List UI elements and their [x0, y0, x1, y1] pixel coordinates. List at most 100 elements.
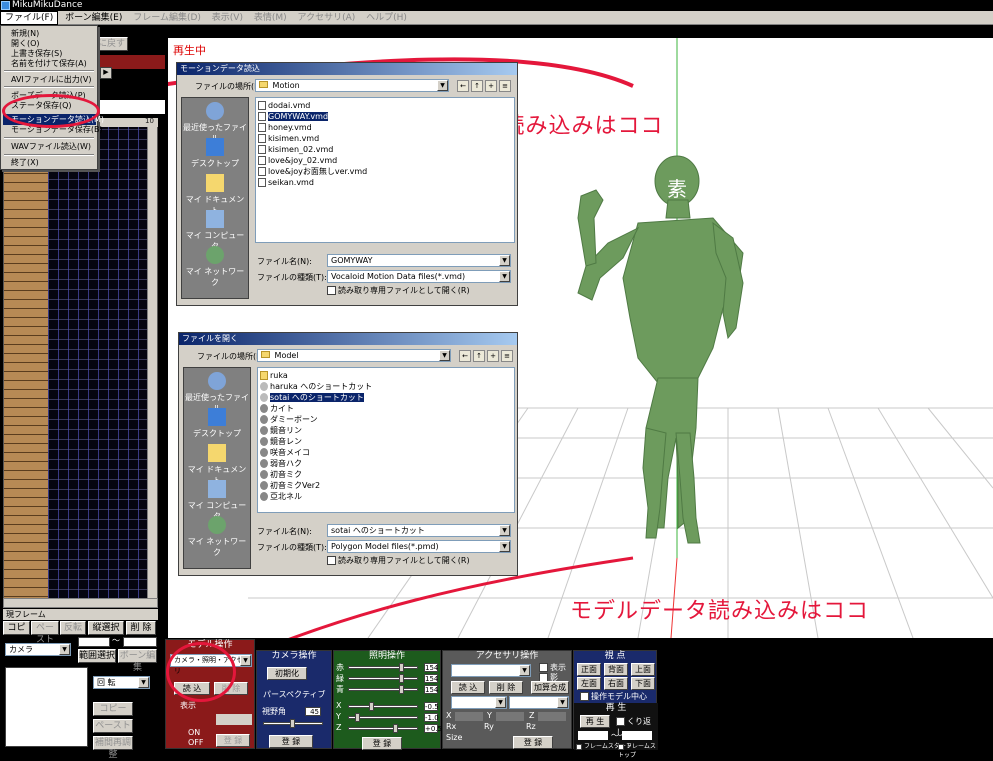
- bone-edit-button[interactable]: ボーン編集: [118, 649, 157, 673]
- up-folder-icon[interactable]: ↑: [471, 80, 483, 92]
- file-item[interactable]: seikan.vmd: [258, 177, 314, 188]
- range-end-input[interactable]: [123, 637, 157, 647]
- view-back-button[interactable]: 背面: [604, 663, 628, 676]
- new-folder-icon[interactable]: +: [487, 350, 499, 362]
- menu-expression[interactable]: 表情(M): [250, 11, 291, 25]
- up-folder-icon[interactable]: ↑: [473, 350, 485, 362]
- menu-frame-edit[interactable]: フレーム編集(D): [129, 11, 205, 25]
- view-left-button[interactable]: 左面: [577, 677, 601, 690]
- file-list[interactable]: ruka haruka へのショートカット sotai へのショートカット カイ…: [257, 367, 515, 513]
- z-slider[interactable]: [348, 724, 418, 733]
- next-arrow-icon[interactable]: ▶: [100, 67, 112, 79]
- folder-item[interactable]: haruka へのショートカット: [260, 381, 372, 392]
- back-icon[interactable]: ←: [457, 80, 469, 92]
- place-network[interactable]: マイ ネットワーク: [184, 516, 250, 558]
- copy-button[interactable]: コピー: [3, 621, 30, 645]
- accessory-register-button[interactable]: 登 録: [513, 736, 553, 749]
- folder-item[interactable]: カイト: [260, 403, 294, 414]
- z-coord-input[interactable]: [538, 712, 566, 721]
- frame-stop-checkbox[interactable]: フレームストップ: [618, 741, 658, 759]
- folder-item[interactable]: 初音ミク: [260, 469, 302, 480]
- play-end-input[interactable]: [622, 731, 652, 740]
- x-slider[interactable]: [348, 702, 418, 711]
- folder-item[interactable]: 弱音ハク: [260, 458, 302, 469]
- camera-register-button[interactable]: 登 録: [269, 735, 313, 748]
- folder-item-selected[interactable]: sotai へのショートカット: [260, 392, 364, 403]
- menu-item-wav-load[interactable]: WAVファイル読込(W): [11, 141, 91, 152]
- view-top-button[interactable]: 上面: [631, 663, 655, 676]
- accessory-load-button[interactable]: 読 込: [451, 681, 485, 694]
- blue-slider[interactable]: [348, 685, 418, 694]
- delete-frame-button[interactable]: 削 除: [126, 621, 156, 635]
- vertical-select-button[interactable]: 縦選択: [88, 621, 124, 635]
- interp-paste-button[interactable]: ペースト: [93, 719, 133, 733]
- menu-file[interactable]: ファイル(F): [0, 11, 59, 25]
- x-value[interactable]: -0.5: [424, 702, 439, 711]
- view-menu-icon[interactable]: ≡: [499, 80, 511, 92]
- bone-name-field[interactable]: [97, 100, 165, 114]
- interp-copy-button[interactable]: コピー: [93, 702, 133, 716]
- accessory-bone-select[interactable]: ▼: [451, 696, 507, 709]
- file-item[interactable]: kisimen.vmd: [258, 133, 319, 144]
- camera-init-button[interactable]: 初期化: [267, 667, 307, 680]
- paste-button[interactable]: ペースト: [31, 621, 59, 645]
- file-item-selected[interactable]: GOMYWAY.vmd: [258, 111, 329, 122]
- place-network[interactable]: マイ ネットワーク: [182, 246, 248, 288]
- filename-input[interactable]: sotai へのショートカット ▼: [327, 524, 511, 537]
- y-value[interactable]: -1.0: [424, 713, 439, 722]
- model-combo[interactable]: [216, 714, 252, 725]
- folder-item[interactable]: ruka: [260, 370, 288, 381]
- folder-item[interactable]: 初音ミクVer2: [260, 480, 320, 491]
- menu-accessory[interactable]: アクセサリ(A): [294, 11, 360, 25]
- keyframe-grid[interactable]: [48, 119, 148, 607]
- model-select[interactable]: カメラ ▼: [5, 643, 71, 656]
- folder-item[interactable]: ダミーボーン: [260, 414, 318, 425]
- timeline-vscroll[interactable]: [147, 119, 157, 607]
- red-value[interactable]: 154: [424, 663, 438, 672]
- view-right-button[interactable]: 右面: [604, 677, 628, 690]
- view-bottom-button[interactable]: 下面: [631, 677, 655, 690]
- view-menu-icon[interactable]: ≡: [501, 350, 513, 362]
- view-front-button[interactable]: 正面: [577, 663, 601, 676]
- filetype-select[interactable]: Polygon Model files(*.pmd) ▼: [327, 540, 511, 553]
- op-model-center-checkbox[interactable]: 操作モデル中心: [580, 691, 647, 702]
- folder-item[interactable]: 鏡音リン: [260, 425, 302, 436]
- file-item[interactable]: kisimen_02.vmd: [258, 144, 333, 155]
- z-value[interactable]: +0.5: [424, 724, 442, 733]
- filename-input[interactable]: GOMYWAY ▼: [327, 254, 511, 267]
- accessory-target-select[interactable]: ▼: [509, 696, 569, 709]
- folder-item[interactable]: 亞北ネル: [260, 491, 302, 502]
- green-slider[interactable]: [348, 674, 418, 683]
- model-figure[interactable]: [577, 155, 744, 544]
- y-coord-input[interactable]: [496, 712, 524, 721]
- timeline-hscroll[interactable]: [3, 598, 158, 608]
- accessory-delete-button[interactable]: 削 除: [489, 681, 523, 694]
- interpolation-curve-box[interactable]: [5, 667, 88, 747]
- new-folder-icon[interactable]: +: [485, 80, 497, 92]
- blue-value[interactable]: 154: [424, 685, 438, 694]
- green-value[interactable]: 154: [424, 674, 438, 683]
- menu-view[interactable]: 表示(V): [208, 11, 247, 25]
- place-desktop[interactable]: デスクトップ: [184, 408, 250, 439]
- file-item[interactable]: love&joy_02.vmd: [258, 155, 337, 166]
- file-list[interactable]: dodai.vmd GOMYWAY.vmd honey.vmd kisimen.…: [255, 97, 515, 243]
- place-desktop[interactable]: デスクトップ: [182, 138, 248, 169]
- x-coord-input[interactable]: [455, 712, 483, 721]
- readonly-checkbox[interactable]: 読み取り専用ファイルとして開く(R): [327, 285, 470, 296]
- light-register-button[interactable]: 登 録: [362, 737, 402, 750]
- range-select-button[interactable]: 範囲選択: [78, 649, 116, 663]
- interp-select[interactable]: 回 転 ▼: [93, 676, 150, 689]
- add-blend-button[interactable]: 加算合成: [531, 681, 569, 694]
- model-register-button[interactable]: 登 録: [216, 734, 250, 747]
- timeline[interactable]: [3, 118, 158, 608]
- location-select[interactable]: Motion ▼: [255, 79, 449, 92]
- back-icon[interactable]: ←: [459, 350, 471, 362]
- play-button[interactable]: 再 生: [580, 715, 610, 728]
- range-start-input[interactable]: [78, 637, 110, 647]
- reverse-button[interactable]: 反転: [60, 621, 86, 635]
- interp-readjust-button[interactable]: 補間再調整: [93, 736, 133, 760]
- red-slider[interactable]: [348, 663, 418, 672]
- readonly-checkbox[interactable]: 読み取り専用ファイルとして開く(R): [327, 555, 470, 566]
- location-select[interactable]: Model ▼: [257, 349, 451, 362]
- folder-item[interactable]: 鏡音レン: [260, 436, 302, 447]
